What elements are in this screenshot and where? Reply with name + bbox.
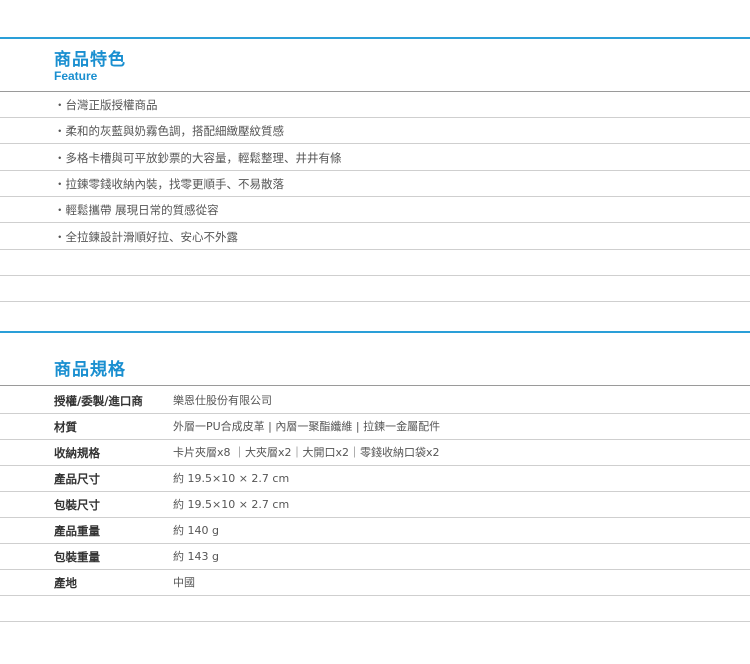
spec-label: 產地 <box>54 576 77 590</box>
feature-item: ・台灣正版授權商品 <box>54 98 158 112</box>
spec-value: 中國 <box>173 576 195 589</box>
feature-item: ・輕鬆攜帶 展現日常的質感從容 <box>54 203 219 217</box>
feature-item: ・柔和的灰藍與奶霧色調，搭配細緻壓紋質感 <box>54 124 284 138</box>
row-divider <box>0 117 750 118</box>
spec-label: 收納規格 <box>54 446 100 460</box>
row-divider <box>0 196 750 197</box>
row-divider <box>0 249 750 250</box>
section-top-rule <box>0 331 750 333</box>
spec-value: 卡片夾層x8 ｜大夾層x2｜大開口x2｜零錢收納口袋x2 <box>173 446 440 459</box>
spec-value: 約 143 g <box>173 550 219 563</box>
row-divider <box>0 517 750 518</box>
spec-label: 產品重量 <box>54 524 100 538</box>
feature-item: ・拉鍊零錢收納內裝，找零更順手、不易散落 <box>54 177 284 191</box>
row-divider <box>0 413 750 414</box>
specs-header-divider <box>0 385 750 386</box>
row-divider <box>0 491 750 492</box>
spec-value: 樂恩仕股份有限公司 <box>173 394 272 407</box>
section-top-rule <box>0 37 750 39</box>
spec-value: 約 19.5×10 × 2.7 cm <box>173 498 290 511</box>
features-header-divider <box>0 91 750 92</box>
row-divider <box>0 465 750 466</box>
features-subtitle: Feature <box>54 69 98 83</box>
spec-label: 產品尺寸 <box>54 472 100 486</box>
specs-title: 商品規格 <box>54 360 126 380</box>
row-divider <box>0 621 750 622</box>
spec-value: 約 140 g <box>173 524 219 537</box>
spec-label: 授權/委製/進口商 <box>54 394 143 408</box>
row-divider <box>0 301 750 302</box>
spec-label: 包裝重量 <box>54 550 100 564</box>
row-divider <box>0 543 750 544</box>
feature-item: ・全拉鍊設計滑順好拉、安心不外露 <box>54 230 238 244</box>
row-divider <box>0 170 750 171</box>
row-divider <box>0 439 750 440</box>
row-divider <box>0 569 750 570</box>
spec-value: 外層一PU合成皮革 | 內層一聚酯纖維 | 拉鍊一金屬配件 <box>173 420 441 433</box>
features-title: 商品特色 <box>54 50 126 70</box>
row-divider <box>0 143 750 144</box>
spec-value: 約 19.5×10 × 2.7 cm <box>173 472 290 485</box>
feature-item: ・多格卡槽與可平放鈔票的大容量，輕鬆整理、井井有條 <box>54 151 342 165</box>
row-divider <box>0 595 750 596</box>
row-divider <box>0 275 750 276</box>
spec-label: 材質 <box>54 420 77 434</box>
spec-label: 包裝尺寸 <box>54 498 100 512</box>
row-divider <box>0 222 750 223</box>
